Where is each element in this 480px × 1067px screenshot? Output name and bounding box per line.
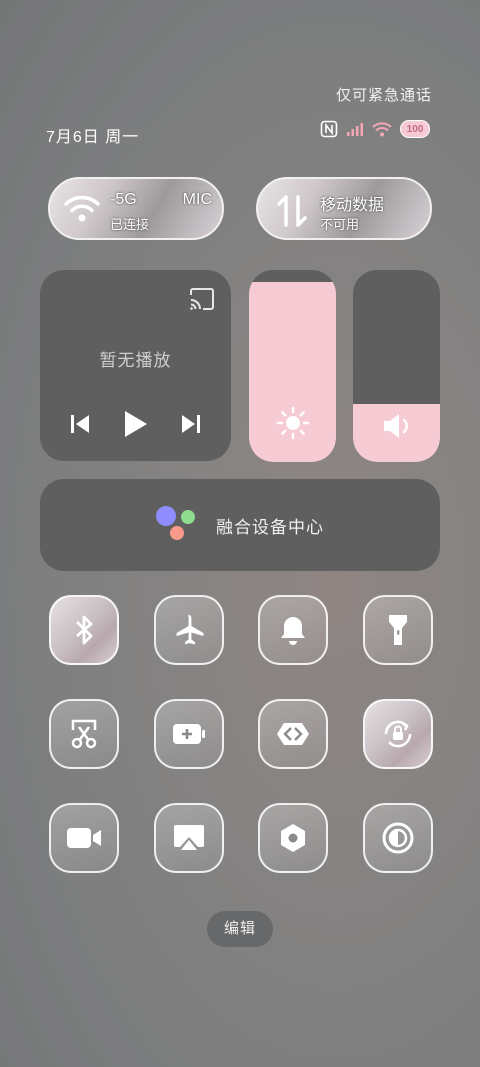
play-icon[interactable] [121,409,149,439]
mobile-data-status: 不可用 [320,217,360,232]
wifi-status: 已连接 [110,217,150,232]
wifi-icon [64,195,100,222]
wifi-network-name-suffix: MIC [182,191,212,208]
video-toggle[interactable] [49,803,119,873]
nfc-icon [320,120,338,138]
settings-hex-icon [281,824,305,852]
bluetooth-icon [76,615,93,645]
fusion-device-center[interactable]: 融合设备中心 [40,479,440,571]
screen-cast-toggle[interactable] [154,803,224,873]
fusion-label: 融合设备中心 [216,517,324,537]
flashlight-toggle[interactable] [363,595,433,665]
status-icons: 100 [320,120,430,138]
bluetooth-toggle[interactable] [49,595,119,665]
video-icon [67,828,101,848]
vpn-icon [277,723,309,745]
emergency-call-text: 仅可紧急通话 [335,87,432,104]
bell-icon [281,617,305,645]
now-playing-text: 暂无播放 [99,351,172,370]
brightness-icon [276,406,309,440]
dark-mode-icon [382,822,414,854]
next-icon[interactable] [180,413,202,435]
rotation-lock-toggle[interactable] [363,699,433,769]
mobile-data-toggle[interactable]: 移动数据 不可用 [256,177,432,240]
battery-saver-icon [173,724,205,744]
airplane-icon [176,615,204,645]
cast-icon[interactable] [189,288,215,310]
wifi-toggle[interactable]: -5G MIC 已连接 [48,177,224,240]
dark-mode-toggle[interactable] [363,803,433,873]
vpn-toggle[interactable] [258,699,328,769]
screenshot-scissors-icon [71,719,97,749]
mobile-data-label: 移动数据 [320,197,385,214]
sound-mode-toggle[interactable] [258,595,328,665]
wifi-status-icon [372,122,392,137]
media-controls [40,409,231,439]
wifi-network-name: -5G [110,191,137,208]
date-text: 7月6日 周一 [46,129,140,146]
previous-icon[interactable] [69,413,91,435]
screenshot-toggle[interactable] [49,699,119,769]
battery-saver-toggle[interactable] [154,699,224,769]
screen-cast-icon [174,825,204,850]
rotation-lock-icon [384,720,412,748]
flashlight-icon [389,615,407,645]
settings-toggle[interactable] [258,803,328,873]
volume-slider[interactable] [353,270,440,462]
edit-button[interactable]: 编辑 [207,911,273,947]
signal-icon [347,123,363,136]
brightness-slider[interactable] [249,270,336,462]
mobile-data-icon [277,195,307,227]
fusion-logo-icon [156,504,198,546]
volume-icon [383,414,408,438]
battery-icon: 100 [400,120,430,138]
airplane-mode-toggle[interactable] [154,595,224,665]
media-card[interactable]: 暂无播放 [40,270,231,461]
